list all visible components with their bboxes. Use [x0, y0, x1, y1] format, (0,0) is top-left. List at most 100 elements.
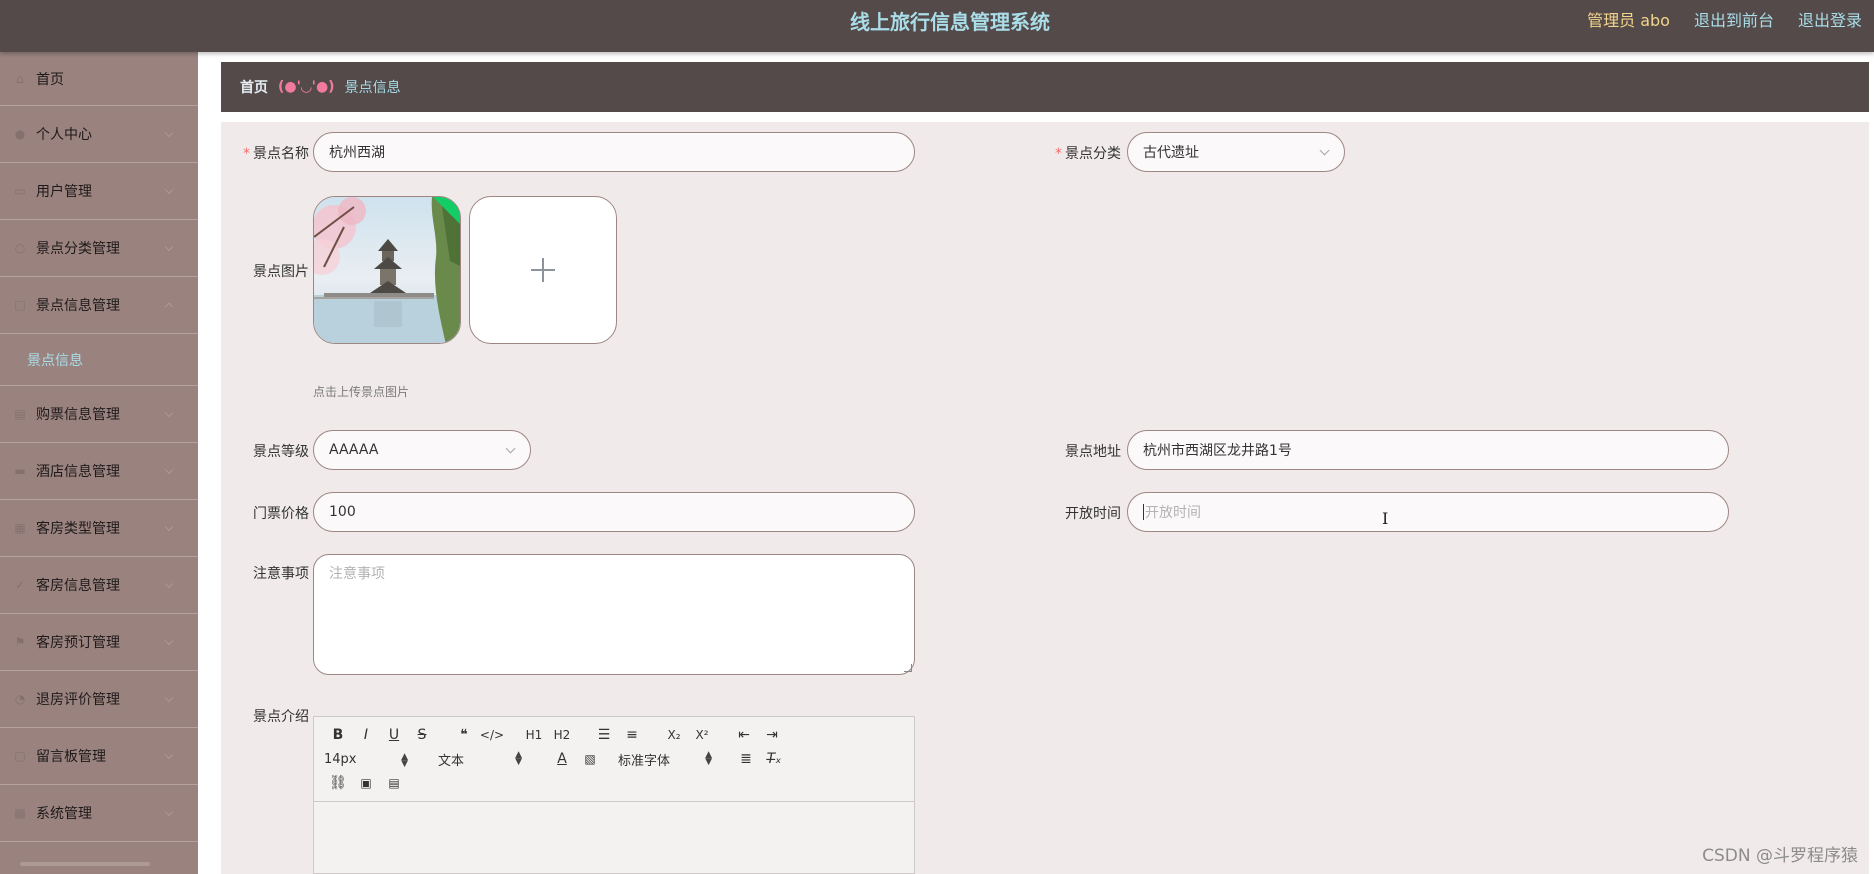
updown-icon: ▲ ▼: [705, 749, 712, 767]
breadcrumb-home[interactable]: 首页: [240, 77, 268, 97]
price-label: 门票价格: [253, 506, 309, 522]
updown-icon: ▲ ▼: [401, 751, 408, 769]
upload-hint: 点击上传景点图片: [313, 385, 410, 399]
price-input[interactable]: 100: [313, 492, 915, 532]
image-icon[interactable]: ▣: [352, 773, 380, 793]
underline-button[interactable]: U: [380, 725, 408, 745]
category-icon: ○: [14, 241, 26, 255]
sidebar-item-label: 系统管理: [36, 806, 92, 822]
category-label: * 景点分类: [1055, 146, 1121, 162]
hotel-icon: ▬: [14, 464, 26, 478]
chevron-down-icon: [164, 408, 174, 418]
open-time-label: 开放时间: [1065, 506, 1121, 522]
user-icon: ●: [14, 127, 26, 141]
sidebar: ⌂ 首页 ● 个人中心 ▭ 用户管理 ○ 景点分类管理 □ 景点信息管理 景点信…: [0, 52, 198, 874]
font-family-select[interactable]: 标准字体 ▲ ▼: [618, 750, 712, 769]
scenic-form: * 景点名称 杭州西湖 * 景点分类 古代遗址 景点图片 点击上传景点图片 景点…: [221, 122, 1869, 874]
plus-icon: [531, 258, 555, 282]
uploaded-image[interactable]: [313, 196, 461, 344]
chevron-down-icon: [164, 465, 174, 475]
users-icon: ▭: [14, 184, 26, 198]
bullet-list-icon[interactable]: ≡: [618, 725, 646, 745]
front-link[interactable]: 退出到前台: [1694, 0, 1774, 42]
resize-handle[interactable]: [904, 664, 912, 672]
sidebar-item-hotel[interactable]: ▬ 酒店信息管理: [0, 443, 198, 500]
sidebar-item-users[interactable]: ▭ 用户管理: [0, 163, 198, 220]
sidebar-item-label: 留言板管理: [36, 749, 106, 765]
superscript-button[interactable]: X²: [688, 725, 716, 745]
name-input[interactable]: 杭州西湖: [313, 132, 915, 172]
sidebar-item-home[interactable]: ⌂ 首页: [0, 52, 198, 106]
settings-icon: ▩: [14, 806, 26, 820]
notes-textarea[interactable]: 注意事项: [313, 554, 915, 675]
address-input[interactable]: 杭州市西湖区龙井路1号: [1127, 430, 1729, 470]
chevron-down-icon: [164, 579, 174, 589]
chevron-down-icon: [164, 522, 174, 532]
sidebar-item-label: 客房类型管理: [36, 521, 120, 537]
background-color-icon[interactable]: ▧: [576, 749, 604, 769]
quote-button[interactable]: ❝: [450, 725, 478, 745]
breadcrumb-current: 景点信息: [344, 80, 401, 96]
video-icon[interactable]: ▤: [380, 773, 408, 793]
align-icon[interactable]: ≣: [732, 749, 760, 769]
font-size-select[interactable]: 14px ▲ ▼: [324, 751, 408, 769]
open-time-input[interactable]: 开放时间: [1127, 492, 1729, 532]
clear-format-icon[interactable]: T̶ₓ: [760, 749, 788, 769]
sidebar-item-system[interactable]: ▩ 系统管理: [0, 785, 198, 842]
chevron-down-icon: [164, 242, 174, 252]
chevron-down-icon: [505, 443, 516, 454]
watermark: CSDN @斗罗程序猿: [1702, 846, 1858, 866]
mouse-cursor-icon: I: [1382, 509, 1389, 528]
sidebar-item-category[interactable]: ○ 景点分类管理: [0, 220, 198, 277]
level-select[interactable]: AAAAA: [313, 430, 531, 470]
editor-toolbar: B I U S ❝ </> H1 H2 ☰ ≡ X₂ X² ⇤ ⇥ 14px ▲…: [314, 717, 914, 802]
updown-icon: ▲ ▼: [515, 749, 522, 767]
sidebar-item-booking[interactable]: ⚑ 客房预订管理: [0, 614, 198, 671]
code-button[interactable]: </>: [478, 725, 506, 745]
sidebar-item-review[interactable]: ◔ 退房评价管理: [0, 671, 198, 728]
sidebar-item-label: 景点分类管理: [36, 241, 120, 257]
sidebar-item-ticket[interactable]: ▤ 购票信息管理: [0, 386, 198, 443]
category-select[interactable]: 古代遗址: [1127, 132, 1345, 172]
sidebar-item-room[interactable]: ✓ 客房信息管理: [0, 557, 198, 614]
sidebar-item-label: 客房信息管理: [36, 578, 120, 594]
room-type-icon: ▦: [14, 521, 26, 535]
strike-button[interactable]: S: [408, 725, 436, 745]
sidebar-item-label: 用户管理: [36, 184, 92, 200]
sidebar-item-room-type[interactable]: ▦ 客房类型管理: [0, 500, 198, 557]
bold-button[interactable]: B: [324, 725, 352, 745]
sidebar-item-message[interactable]: ▢ 留言板管理: [0, 728, 198, 785]
room-icon: ✓: [14, 578, 26, 592]
h1-button[interactable]: H1: [520, 725, 548, 745]
sidebar-item-scenic[interactable]: □ 景点信息管理: [0, 277, 198, 334]
sidebar-item-label: 客房预订管理: [36, 635, 120, 651]
chevron-down-icon: [164, 693, 174, 703]
address-label: 景点地址: [1065, 444, 1121, 460]
rich-text-editor: B I U S ❝ </> H1 H2 ☰ ≡ X₂ X² ⇤ ⇥ 14px ▲…: [313, 716, 915, 874]
intro-label: 景点介绍: [253, 709, 309, 725]
font-color-icon[interactable]: A: [548, 749, 576, 769]
block-type-select[interactable]: 文本 ▲ ▼: [438, 750, 522, 769]
sidebar-item-label: 退房评价管理: [36, 692, 120, 708]
booking-icon: ⚑: [14, 635, 26, 649]
h2-button[interactable]: H2: [548, 725, 576, 745]
logout-link[interactable]: 退出登录: [1798, 0, 1862, 42]
upload-button[interactable]: [469, 196, 617, 344]
chevron-down-icon: [164, 128, 174, 138]
review-icon: ◔: [14, 692, 26, 706]
sidebar-item-profile[interactable]: ● 个人中心: [0, 106, 198, 163]
outdent-icon[interactable]: ⇤: [730, 725, 758, 745]
sidebar-item-label: 购票信息管理: [36, 407, 120, 423]
sidebar-scrollbar[interactable]: [20, 862, 150, 866]
indent-icon[interactable]: ⇥: [758, 725, 786, 745]
italic-button[interactable]: I: [352, 725, 380, 745]
ordered-list-icon[interactable]: ☰: [590, 725, 618, 745]
text-cursor: [1143, 504, 1144, 520]
name-label: * 景点名称: [243, 146, 309, 162]
header-links: 管理员 abo 退出到前台 退出登录: [1587, 0, 1862, 42]
ticket-icon: ▤: [14, 407, 26, 421]
link-icon[interactable]: ⛓: [324, 773, 352, 793]
message-icon: ▢: [14, 749, 26, 763]
sidebar-subitem-scenic-info[interactable]: 景点信息: [0, 334, 198, 386]
subscript-button[interactable]: X₂: [660, 725, 688, 745]
